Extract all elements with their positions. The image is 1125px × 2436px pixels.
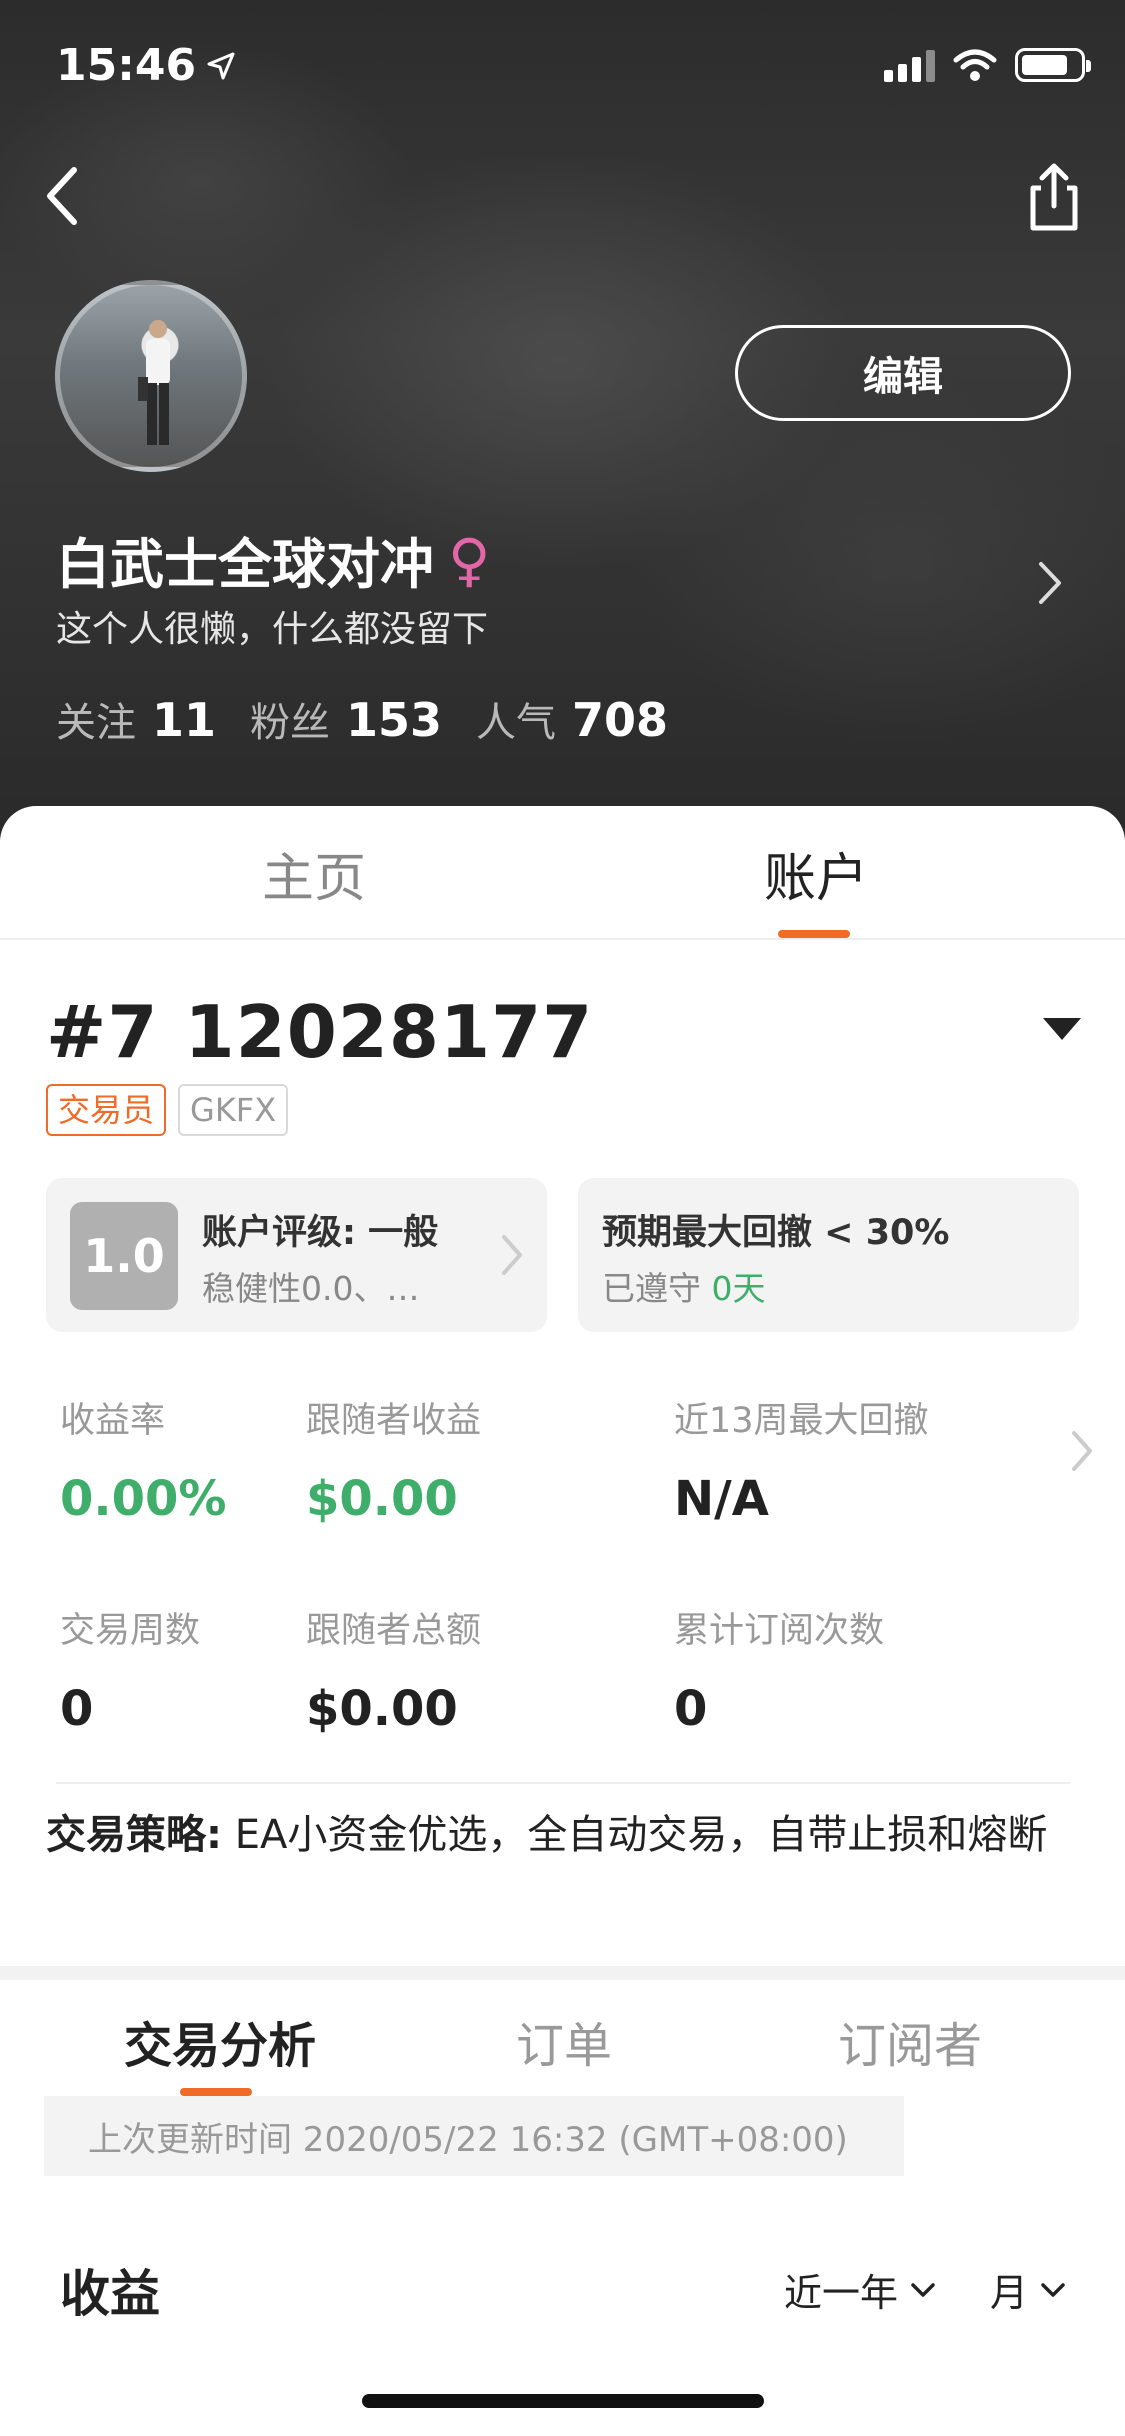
metric-trading-weeks: 交易周数 0 xyxy=(60,1602,200,1737)
chevron-left-icon xyxy=(47,167,77,225)
rating-title: 账户评级: 一般 xyxy=(202,1213,439,1253)
avatar[interactable] xyxy=(55,280,247,472)
edit-profile-button[interactable]: 编辑 xyxy=(735,325,1071,421)
chevron-right-icon[interactable] xyxy=(1069,1428,1095,1474)
section-separator xyxy=(0,1966,1125,1980)
account-card: 主页 账户 #7 12028177 交易员 GKFX 1.0 账户评级: 一般 … xyxy=(0,806,1125,2436)
metric-max-drawdown: 近13周最大回撤 N/A xyxy=(674,1392,929,1527)
back-button[interactable] xyxy=(36,160,96,230)
drawdown-status-prefix: 已遵守 xyxy=(602,1269,701,1308)
time-text: 15:46 xyxy=(56,40,197,91)
tab-trade-analysis[interactable]: 交易分析 xyxy=(124,2006,316,2076)
strategy-label: 交易策略: xyxy=(46,1812,222,1858)
signal-icon xyxy=(884,48,935,82)
profile-name[interactable]: 白武士全球对冲 ♀ xyxy=(56,520,490,599)
chevron-right-icon xyxy=(499,1232,525,1278)
profile-stats: 关注 11 粉丝 153 人气 708 xyxy=(56,690,668,748)
metric-value: $0.00 xyxy=(306,1681,458,1737)
profile-name-text: 白武士全球对冲 xyxy=(56,533,434,596)
wifi-icon xyxy=(953,48,997,82)
stat-value: 708 xyxy=(572,693,669,747)
profile-bio: 这个人很懒，什么都没留下 xyxy=(56,609,489,650)
account-number: #7 12028177 xyxy=(46,990,594,1074)
share-icon xyxy=(1030,163,1078,231)
metric-label: 累计订阅次数 xyxy=(674,1611,885,1651)
last-update-time: 上次更新时间 2020/05/22 16:32 (GMT+08:00) xyxy=(44,2096,904,2176)
stat-label: 关注 xyxy=(56,700,136,746)
expected-drawdown-card: 预期最大回撤 < 30% 已遵守 0天 xyxy=(578,1178,1079,1332)
stat-following[interactable]: 关注 11 xyxy=(56,690,216,748)
metric-follower-earnings: 跟随者收益 $0.00 xyxy=(306,1392,481,1527)
profile-tabs: 主页 账户 xyxy=(0,806,1125,940)
metric-return-rate: 收益率 0.00% xyxy=(60,1392,227,1527)
status-bar-icons xyxy=(884,48,1091,82)
profile-detail-arrow[interactable] xyxy=(1035,560,1065,606)
earnings-title: 收益 xyxy=(60,2265,160,2323)
drawdown-status: 已遵守 0天 xyxy=(602,1262,766,1310)
metric-label: 跟随者总额 xyxy=(306,1611,482,1651)
stat-followers[interactable]: 粉丝 153 xyxy=(250,690,442,748)
metric-label: 交易周数 xyxy=(60,1611,201,1651)
share-button[interactable] xyxy=(1019,160,1089,234)
profile-header: 15:46 编辑 白武士全球对冲 ♀ 这个人很懒，什么都没留下 关注 11 粉丝… xyxy=(0,0,1125,840)
strategy-text: EA小资金优选，全自动交易，自带止损和熔断 xyxy=(222,1812,1048,1858)
metrics-grid[interactable]: 收益率 0.00% 跟随者收益 $0.00 近13周最大回撤 N/A 交易周数 … xyxy=(60,1392,1070,1737)
stat-label: 人气 xyxy=(476,700,557,746)
metric-label: 跟随者收益 xyxy=(306,1401,482,1441)
divider xyxy=(56,1782,1070,1784)
tab-orders[interactable]: 订单 xyxy=(516,2006,612,2076)
metric-value: 0 xyxy=(60,1681,94,1737)
granularity-selector[interactable]: 月 xyxy=(990,2262,1066,2317)
broker-tag: GKFX xyxy=(178,1084,289,1136)
drawdown-title: 预期最大回撤 < 30% xyxy=(602,1213,950,1253)
rating-score: 1.0 xyxy=(70,1202,178,1310)
metric-subscription-count: 累计订阅次数 0 xyxy=(674,1602,884,1737)
metric-value: 0 xyxy=(674,1681,708,1737)
chevron-down-icon xyxy=(1041,2282,1065,2297)
tab-account[interactable]: 账户 xyxy=(764,836,868,911)
chevron-right-icon xyxy=(1039,562,1061,604)
metric-label: 近13周最大回撤 xyxy=(674,1401,929,1441)
drawdown-days: 0天 xyxy=(711,1269,766,1308)
account-dropdown-icon[interactable] xyxy=(1043,1018,1081,1040)
female-icon: ♀ xyxy=(448,525,491,594)
tab-home[interactable]: 主页 xyxy=(262,836,366,911)
range-label: 近一年 xyxy=(784,2271,899,2315)
tab-indicator xyxy=(180,2088,252,2096)
account-rating-card[interactable]: 1.0 账户评级: 一般 稳健性0.0、… xyxy=(46,1178,547,1332)
metric-label: 收益率 xyxy=(60,1401,166,1441)
stat-label: 粉丝 xyxy=(250,700,331,746)
role-tag: 交易员 xyxy=(46,1084,167,1136)
metric-value: $0.00 xyxy=(306,1471,458,1527)
stat-popularity: 人气 708 xyxy=(476,690,668,748)
granularity-label: 月 xyxy=(990,2271,1029,2315)
battery-icon xyxy=(1015,48,1091,82)
tab-subscribers[interactable]: 订阅者 xyxy=(838,2006,982,2076)
location-arrow-icon xyxy=(206,51,236,81)
analysis-tabs: 交易分析 订单 订阅者 xyxy=(0,1996,1125,2096)
chevron-down-icon xyxy=(911,2282,935,2297)
rating-subtitle: 稳健性0.0、… xyxy=(202,1269,420,1308)
metric-value: 0.00% xyxy=(60,1471,227,1527)
stat-value: 11 xyxy=(152,693,217,747)
trading-strategy: 交易策略: EA小资金优选，全自动交易，自带止损和熔断 xyxy=(46,1806,1076,1864)
metric-follower-total: 跟随者总额 $0.00 xyxy=(306,1602,481,1737)
account-tags: 交易员 GKFX xyxy=(46,1084,289,1136)
home-indicator[interactable] xyxy=(362,2394,764,2408)
stat-value: 153 xyxy=(346,693,443,747)
metric-value: N/A xyxy=(674,1471,769,1527)
range-selector[interactable]: 近一年 xyxy=(784,2262,936,2317)
avatar-photo xyxy=(138,320,170,445)
tab-indicator xyxy=(778,930,850,938)
status-bar-time: 15:46 xyxy=(56,40,236,91)
